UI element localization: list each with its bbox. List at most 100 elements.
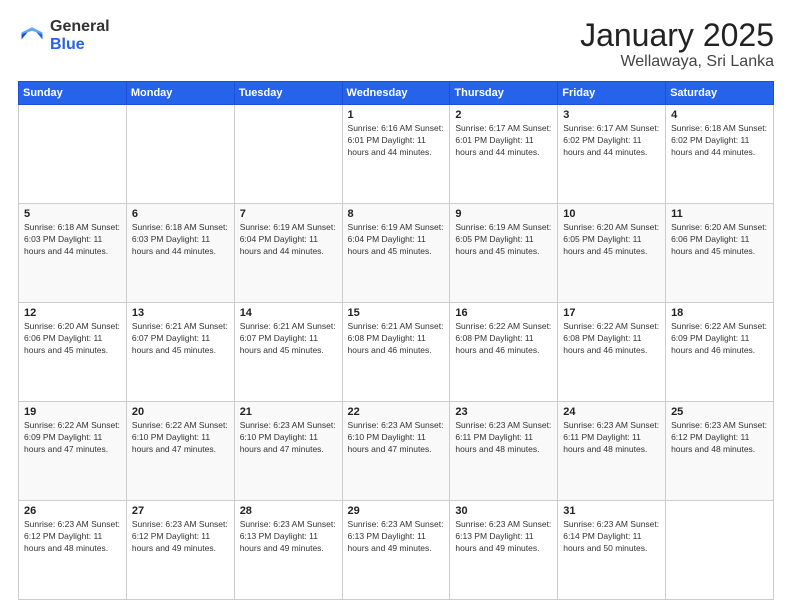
day-info: Sunrise: 6:23 AM Sunset: 6:12 PM Dayligh… — [132, 519, 229, 555]
day-number: 1 — [348, 109, 445, 121]
day-number: 7 — [240, 208, 337, 220]
table-row: 20 Sunrise: 6:22 AM Sunset: 6:10 PM Dayli… — [126, 402, 234, 501]
day-info: Sunrise: 6:23 AM Sunset: 6:12 PM Dayligh… — [671, 420, 768, 456]
day-info: Sunrise: 6:23 AM Sunset: 6:10 PM Dayligh… — [240, 420, 337, 456]
day-number: 18 — [671, 307, 768, 319]
day-info: Sunrise: 6:21 AM Sunset: 6:07 PM Dayligh… — [132, 321, 229, 357]
day-info: Sunrise: 6:20 AM Sunset: 6:06 PM Dayligh… — [24, 321, 121, 357]
table-row: 14 Sunrise: 6:21 AM Sunset: 6:07 PM Dayli… — [234, 303, 342, 402]
table-row: 23 Sunrise: 6:23 AM Sunset: 6:11 PM Dayli… — [450, 402, 558, 501]
day-number: 12 — [24, 307, 121, 319]
day-number: 2 — [455, 109, 552, 121]
header: General Blue January 2025 Wellawaya, Sri… — [18, 18, 774, 71]
calendar-header-row: Sunday Monday Tuesday Wednesday Thursday… — [19, 82, 774, 105]
logo: General Blue — [18, 18, 110, 53]
day-number: 13 — [132, 307, 229, 319]
day-info: Sunrise: 6:23 AM Sunset: 6:12 PM Dayligh… — [24, 519, 121, 555]
col-saturday: Saturday — [666, 82, 774, 105]
day-number: 31 — [563, 505, 660, 517]
table-row — [19, 105, 127, 204]
table-row: 12 Sunrise: 6:20 AM Sunset: 6:06 PM Dayli… — [19, 303, 127, 402]
day-info: Sunrise: 6:22 AM Sunset: 6:10 PM Dayligh… — [132, 420, 229, 456]
day-number: 21 — [240, 406, 337, 418]
calendar-week-row: 1Sunrise: 6:16 AM Sunset: 6:01 PM Daylig… — [19, 105, 774, 204]
table-row: 15Sunrise: 6:21 AM Sunset: 6:08 PM Dayli… — [342, 303, 450, 402]
day-info: Sunrise: 6:19 AM Sunset: 6:04 PM Dayligh… — [348, 222, 445, 258]
day-info: Sunrise: 6:20 AM Sunset: 6:05 PM Dayligh… — [563, 222, 660, 258]
calendar-week-row: 5 Sunrise: 6:18 AM Sunset: 6:03 PM Daylig… — [19, 204, 774, 303]
table-row — [666, 501, 774, 600]
day-info: Sunrise: 6:18 AM Sunset: 6:03 PM Dayligh… — [132, 222, 229, 258]
day-number: 16 — [455, 307, 552, 319]
calendar-location: Wellawaya, Sri Lanka — [580, 53, 774, 71]
day-number: 30 — [455, 505, 552, 517]
day-info: Sunrise: 6:23 AM Sunset: 6:14 PM Dayligh… — [563, 519, 660, 555]
table-row: 6 Sunrise: 6:18 AM Sunset: 6:03 PM Daylig… — [126, 204, 234, 303]
table-row: 16 Sunrise: 6:22 AM Sunset: 6:08 PM Dayli… — [450, 303, 558, 402]
table-row: 8Sunrise: 6:19 AM Sunset: 6:04 PM Daylig… — [342, 204, 450, 303]
col-wednesday: Wednesday — [342, 82, 450, 105]
col-monday: Monday — [126, 82, 234, 105]
day-info: Sunrise: 6:23 AM Sunset: 6:10 PM Dayligh… — [348, 420, 445, 456]
day-info: Sunrise: 6:18 AM Sunset: 6:03 PM Dayligh… — [24, 222, 121, 258]
day-number: 29 — [348, 505, 445, 517]
day-number: 24 — [563, 406, 660, 418]
table-row — [234, 105, 342, 204]
table-row: 11Sunrise: 6:20 AM Sunset: 6:06 PM Dayli… — [666, 204, 774, 303]
day-number: 23 — [455, 406, 552, 418]
day-number: 25 — [671, 406, 768, 418]
day-info: Sunrise: 6:22 AM Sunset: 6:08 PM Dayligh… — [455, 321, 552, 357]
table-row: 22 Sunrise: 6:23 AM Sunset: 6:10 PM Dayli… — [342, 402, 450, 501]
day-number: 26 — [24, 505, 121, 517]
table-row: 25 Sunrise: 6:23 AM Sunset: 6:12 PM Dayli… — [666, 402, 774, 501]
table-row: 19Sunrise: 6:22 AM Sunset: 6:09 PM Dayli… — [19, 402, 127, 501]
col-friday: Friday — [558, 82, 666, 105]
table-row: 28 Sunrise: 6:23 AM Sunset: 6:13 PM Dayli… — [234, 501, 342, 600]
day-number: 11 — [671, 208, 768, 220]
table-row: 5 Sunrise: 6:18 AM Sunset: 6:03 PM Daylig… — [19, 204, 127, 303]
calendar-week-row: 26 Sunrise: 6:23 AM Sunset: 6:12 PM Dayli… — [19, 501, 774, 600]
table-row: 30 Sunrise: 6:23 AM Sunset: 6:13 PM Dayli… — [450, 501, 558, 600]
day-info: Sunrise: 6:21 AM Sunset: 6:07 PM Dayligh… — [240, 321, 337, 357]
table-row: 26 Sunrise: 6:23 AM Sunset: 6:12 PM Dayli… — [19, 501, 127, 600]
day-number: 6 — [132, 208, 229, 220]
day-number: 3 — [563, 109, 660, 121]
day-number: 22 — [348, 406, 445, 418]
calendar-table: Sunday Monday Tuesday Wednesday Thursday… — [18, 81, 774, 600]
day-info: Sunrise: 6:19 AM Sunset: 6:04 PM Dayligh… — [240, 222, 337, 258]
day-info: Sunrise: 6:23 AM Sunset: 6:11 PM Dayligh… — [455, 420, 552, 456]
table-row: 17Sunrise: 6:22 AM Sunset: 6:08 PM Dayli… — [558, 303, 666, 402]
calendar-week-row: 19Sunrise: 6:22 AM Sunset: 6:09 PM Dayli… — [19, 402, 774, 501]
day-number: 5 — [24, 208, 121, 220]
title-block: January 2025 Wellawaya, Sri Lanka — [580, 18, 774, 71]
generalblue-logo-icon — [18, 22, 46, 50]
table-row: 24Sunrise: 6:23 AM Sunset: 6:11 PM Dayli… — [558, 402, 666, 501]
table-row: 9Sunrise: 6:19 AM Sunset: 6:05 PM Daylig… — [450, 204, 558, 303]
day-info: Sunrise: 6:18 AM Sunset: 6:02 PM Dayligh… — [671, 123, 768, 159]
table-row: 13 Sunrise: 6:21 AM Sunset: 6:07 PM Dayli… — [126, 303, 234, 402]
day-number: 9 — [455, 208, 552, 220]
table-row: 27 Sunrise: 6:23 AM Sunset: 6:12 PM Dayli… — [126, 501, 234, 600]
day-number: 20 — [132, 406, 229, 418]
table-row: 10Sunrise: 6:20 AM Sunset: 6:05 PM Dayli… — [558, 204, 666, 303]
day-number: 27 — [132, 505, 229, 517]
day-info: Sunrise: 6:17 AM Sunset: 6:02 PM Dayligh… — [563, 123, 660, 159]
day-info: Sunrise: 6:21 AM Sunset: 6:08 PM Dayligh… — [348, 321, 445, 357]
table-row: 21 Sunrise: 6:23 AM Sunset: 6:10 PM Dayli… — [234, 402, 342, 501]
table-row: 1Sunrise: 6:16 AM Sunset: 6:01 PM Daylig… — [342, 105, 450, 204]
table-row: 4Sunrise: 6:18 AM Sunset: 6:02 PM Daylig… — [666, 105, 774, 204]
day-number: 28 — [240, 505, 337, 517]
day-number: 17 — [563, 307, 660, 319]
day-info: Sunrise: 6:23 AM Sunset: 6:13 PM Dayligh… — [455, 519, 552, 555]
calendar-week-row: 12 Sunrise: 6:20 AM Sunset: 6:06 PM Dayli… — [19, 303, 774, 402]
table-row: 3 Sunrise: 6:17 AM Sunset: 6:02 PM Daylig… — [558, 105, 666, 204]
day-info: Sunrise: 6:23 AM Sunset: 6:13 PM Dayligh… — [348, 519, 445, 555]
day-number: 14 — [240, 307, 337, 319]
day-info: Sunrise: 6:22 AM Sunset: 6:09 PM Dayligh… — [671, 321, 768, 357]
logo-text: General Blue — [50, 18, 110, 53]
calendar-title: January 2025 — [580, 18, 774, 53]
table-row: 29 Sunrise: 6:23 AM Sunset: 6:13 PM Dayli… — [342, 501, 450, 600]
col-thursday: Thursday — [450, 82, 558, 105]
day-info: Sunrise: 6:23 AM Sunset: 6:13 PM Dayligh… — [240, 519, 337, 555]
col-sunday: Sunday — [19, 82, 127, 105]
